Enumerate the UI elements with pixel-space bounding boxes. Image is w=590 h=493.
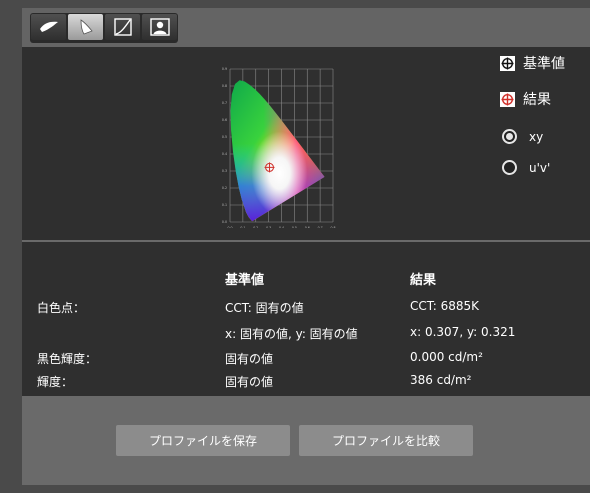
tool-curve-button[interactable]: [105, 14, 140, 40]
y-tick-label: 0.7: [222, 101, 227, 105]
luminance-result: 386 cd/m²: [410, 373, 472, 387]
column-header-result: 結果: [410, 273, 437, 288]
view-switcher: [30, 13, 178, 43]
colorspace-option-uv-label: u'v': [529, 160, 551, 175]
y-tick-label: 0.8: [222, 84, 227, 88]
y-tick-label: 0.9: [222, 67, 227, 71]
app-window: 0.0 0.1 0.2 0.3 0.4 0.5 0.6 0.7 0.8 0.0 0.1 0.2 0.3 0…: [22, 8, 590, 485]
y-tick-label: 0.3: [222, 169, 227, 173]
result-marker-icon: [500, 91, 515, 107]
gamut-icon: [80, 19, 93, 35]
legend-result: 結果: [500, 89, 551, 109]
tool-white-point-button[interactable]: [31, 14, 66, 40]
curve-icon: [113, 18, 132, 36]
colorspace-option-xy[interactable]: xy: [502, 129, 543, 144]
radio-xy[interactable]: [502, 129, 517, 144]
legend-result-label: 結果: [523, 92, 551, 108]
colorspace-option-xy-label: xy: [529, 129, 544, 144]
reference-marker-icon: [500, 55, 515, 71]
legend-reference: 基準値: [500, 53, 565, 73]
section-divider: [22, 240, 590, 242]
luminance-reference: 固有の値: [225, 375, 274, 389]
column-header-reference: 基準値: [225, 273, 265, 288]
y-tick-label: 0.5: [222, 135, 227, 139]
action-bar: プロファイルを保存 プロファイルを比較: [22, 396, 590, 485]
x-tick-label: 0.1: [240, 226, 245, 228]
black-luminance-reference: 固有の値: [225, 352, 274, 366]
legend-reference-label: 基準値: [523, 56, 565, 72]
portrait-icon: [149, 18, 170, 36]
black-luminance-result: 0.000 cd/m²: [410, 350, 483, 364]
chromaticity-plot: 0.0 0.1 0.2 0.3 0.4 0.5 0.6 0.7 0.8 0.0 0.1 0.2 0.3 0…: [222, 67, 336, 230]
tool-portrait-button[interactable]: [142, 14, 177, 40]
colorspace-option-uv[interactable]: u'v': [502, 160, 550, 175]
y-tick-label: 0.1: [222, 203, 227, 207]
save-profile-button[interactable]: プロファイルを保存: [116, 425, 290, 456]
y-tick-label: 0.0: [222, 220, 227, 224]
x-tick-label: 0.5: [292, 226, 297, 228]
row-label-black-luminance: 黒色輝度：: [37, 352, 98, 366]
x-tick-label: 0.2: [253, 226, 258, 228]
white-cct-result: CCT: 6885K: [410, 299, 480, 313]
tool-gamut-button[interactable]: [68, 14, 103, 40]
chromaticity-chart: 0.0 0.1 0.2 0.3 0.4 0.5 0.6 0.7 0.8 0.0 0.1 0.2 0.3 0…: [203, 56, 339, 230]
x-tick-label: 0.6: [305, 226, 310, 228]
x-tick-label: 0.8: [330, 226, 335, 228]
y-tick-label: 0.2: [222, 186, 227, 190]
compare-profile-button[interactable]: プロファイルを比較: [299, 425, 473, 456]
radio-uv[interactable]: [502, 160, 517, 175]
white-cct-reference: CCT: 固有の値: [225, 301, 304, 315]
x-tick-label: 0.0: [227, 226, 232, 228]
white-xy-reference: x: 固有の値, y: 固有の値: [225, 327, 358, 341]
y-tick-label: 0.4: [222, 152, 227, 156]
x-tick-label: 0.3: [266, 226, 271, 228]
x-tick-label: 0.4: [279, 226, 284, 228]
toolbar: [22, 8, 590, 47]
results-panel: 0.0 0.1 0.2 0.3 0.4 0.5 0.6 0.7 0.8 0.0 0.1 0.2 0.3 0…: [22, 47, 590, 396]
row-label-white-point: 白色点：: [37, 301, 86, 315]
row-label-luminance: 輝度：: [37, 375, 74, 389]
y-tick-label: 0.6: [222, 118, 227, 122]
white-xy-result: x: 0.307, y: 0.321: [410, 325, 516, 339]
white-point-icon: [39, 21, 58, 32]
spectral-locus-white-center: [230, 80, 325, 222]
radio-xy-dot: [506, 133, 513, 140]
x-tick-label: 0.7: [318, 226, 323, 228]
